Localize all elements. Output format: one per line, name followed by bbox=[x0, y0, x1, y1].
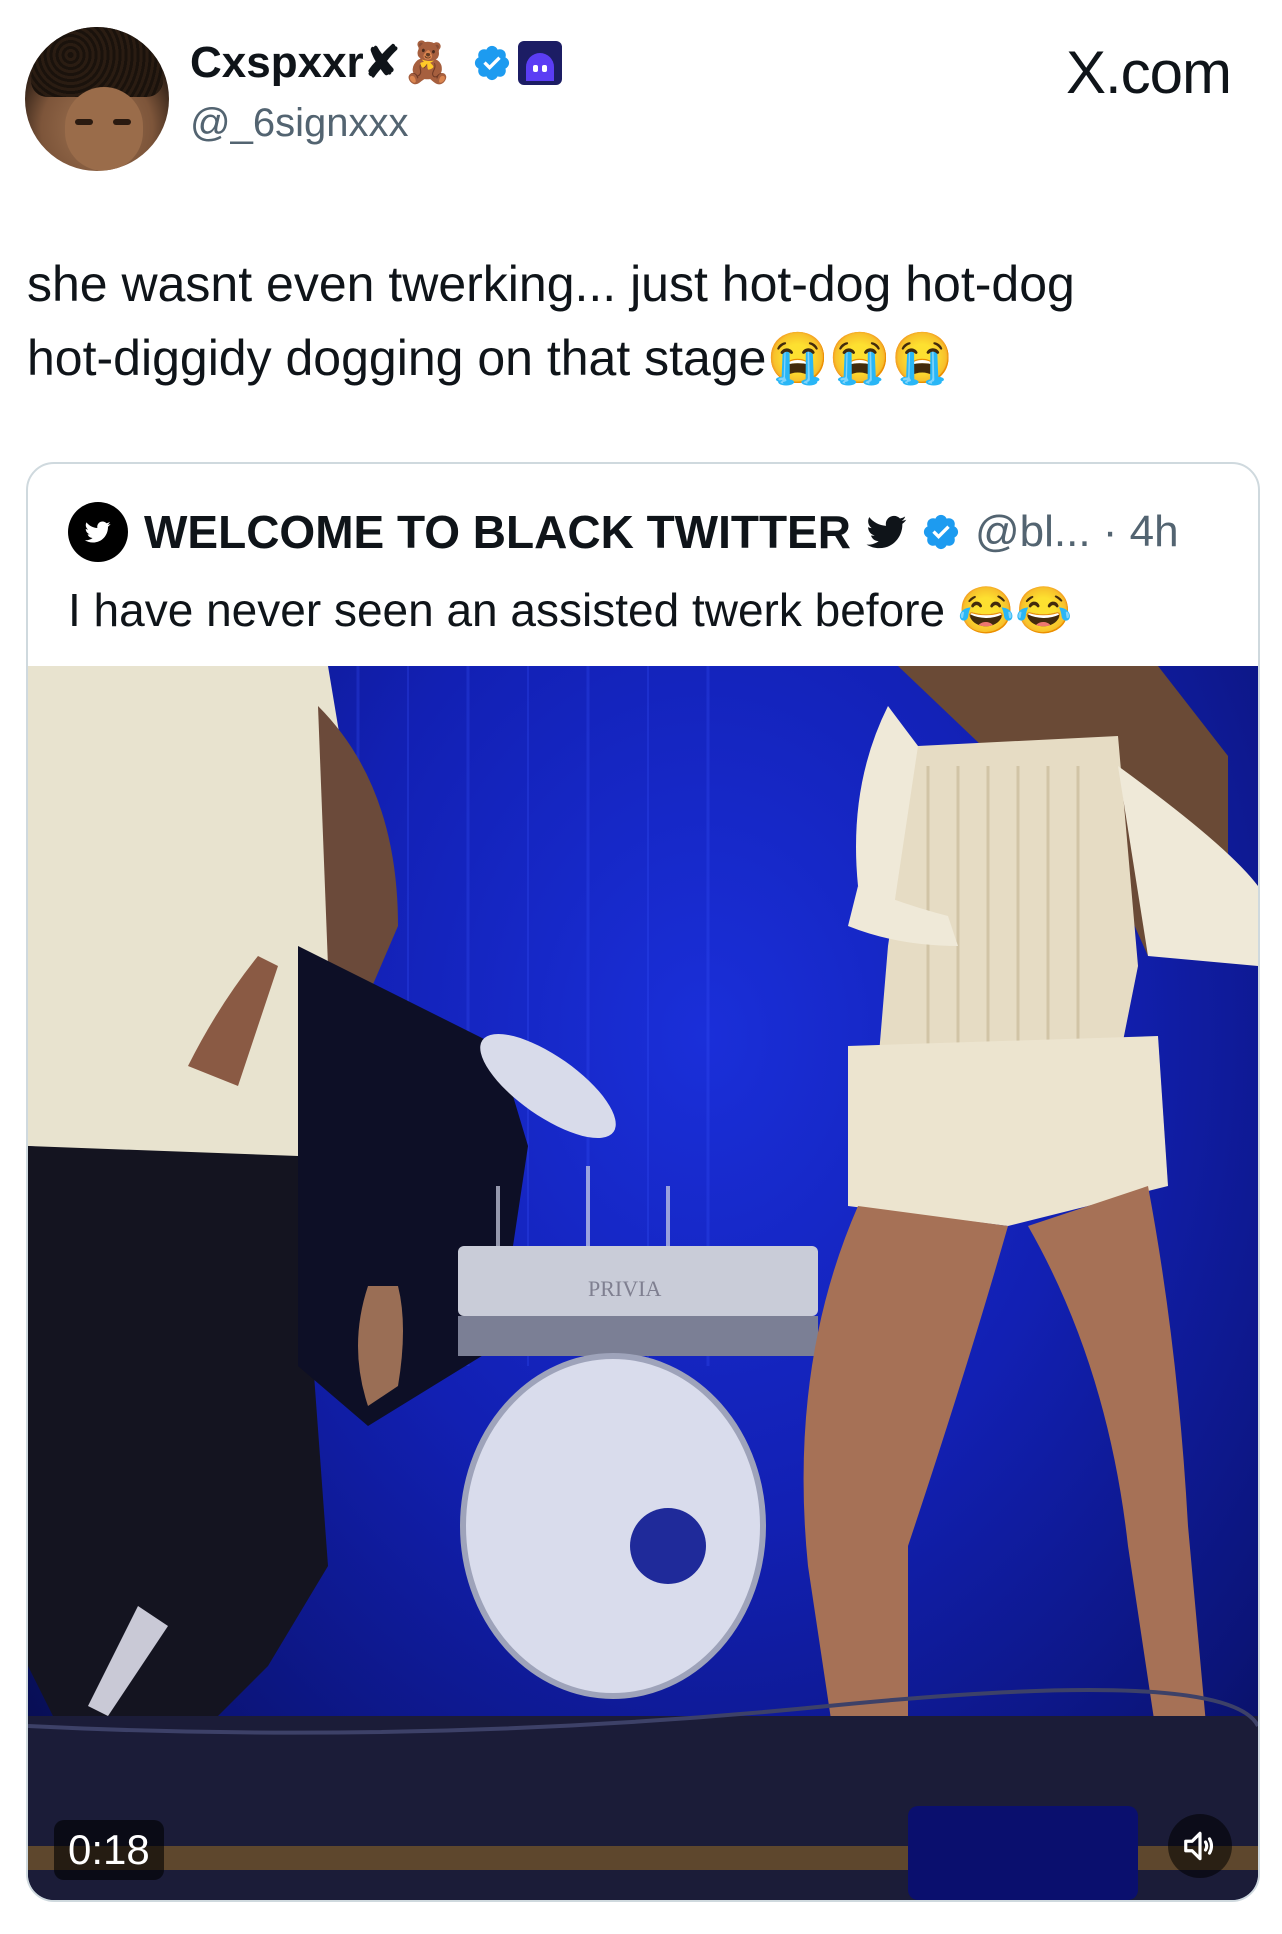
quoted-author-name[interactable]: WELCOME TO BLACK TWITTER bbox=[144, 505, 851, 559]
author-name-cross: ✘ bbox=[363, 38, 401, 87]
quoted-author-avatar[interactable] bbox=[68, 502, 128, 562]
quoted-tweet-card[interactable]: WELCOME TO BLACK TWITTER @bl... · 4h I h… bbox=[26, 462, 1260, 1902]
twitter-bird-icon bbox=[866, 515, 907, 549]
quoted-handle-and-time[interactable]: @bl... · 4h bbox=[975, 507, 1179, 557]
author-handle[interactable]: @_6signxxx bbox=[190, 99, 408, 147]
tweet-header: Cxspxxr ✘ 🧸 @_6signxxx X.com bbox=[25, 25, 1257, 175]
author-display-name[interactable]: Cxspxxr ✘ 🧸 bbox=[190, 37, 563, 89]
teddy-bear-emoji: 🧸 bbox=[402, 41, 453, 85]
tweet-text: she wasnt even twerking... just hot-dog … bbox=[27, 256, 1075, 386]
video-player[interactable]: PRIVIA 0:18 bbox=[28, 666, 1258, 1900]
author-name-text: Cxspxxr bbox=[190, 38, 364, 87]
author-avatar[interactable] bbox=[25, 27, 169, 171]
quoted-tweet-text: I have never seen an assisted twerk befo… bbox=[68, 584, 1073, 636]
quoted-tweet-header: WELCOME TO BLACK TWITTER @bl... · 4h bbox=[68, 502, 1179, 562]
video-duration: 0:18 bbox=[54, 1820, 164, 1880]
verified-badge-icon bbox=[923, 514, 959, 550]
stage-floor bbox=[28, 1688, 1258, 1900]
mute-button[interactable] bbox=[1168, 1814, 1232, 1878]
verified-badge-icon bbox=[475, 45, 510, 81]
twitter-bird-icon bbox=[84, 521, 111, 543]
right-dancer bbox=[803, 666, 1258, 1846]
speaker-icon bbox=[1184, 1831, 1214, 1861]
ghost-app-icon bbox=[518, 41, 563, 85]
video-frame: PRIVIA bbox=[28, 666, 1258, 1900]
keyboard-brand-label: PRIVIA bbox=[588, 1276, 661, 1301]
x-com-label: X.com bbox=[1065, 39, 1232, 106]
